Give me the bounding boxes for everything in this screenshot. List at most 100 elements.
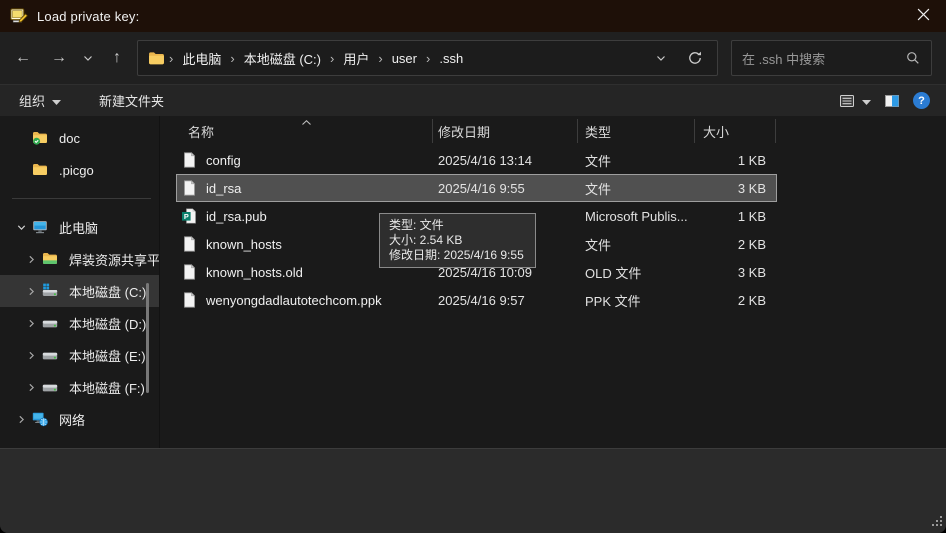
- network-icon: [32, 411, 50, 427]
- folder-check-icon: [32, 130, 50, 146]
- chevron-right-separator: ›: [328, 51, 336, 66]
- chevron-right-separator: ›: [376, 51, 384, 66]
- file-type-cell: OLD 文件: [578, 263, 695, 282]
- sidebar-item-doc[interactable]: doc: [0, 122, 159, 154]
- organize-label: 组织: [19, 91, 45, 110]
- column-header-date-modified[interactable]: 修改日期: [432, 119, 577, 143]
- back-arrow-icon: ←: [15, 49, 31, 67]
- preview-pane-icon: [884, 93, 900, 109]
- forward-button[interactable]: →: [44, 42, 74, 74]
- pc-icon: [32, 219, 50, 235]
- file-list: 名称修改日期类型大小 config2025/4/16 13:14文件1 KBid…: [160, 116, 946, 448]
- sidebar-item-label: 此电脑: [59, 218, 98, 237]
- tooltip-type: 类型: 文件: [389, 218, 526, 233]
- breadcrumb-item[interactable]: .ssh: [432, 51, 470, 66]
- sidebar-item-picgo[interactable]: .picgo: [0, 154, 159, 186]
- help-button[interactable]: ?: [913, 92, 930, 109]
- address-bar[interactable]: ›此电脑›本地磁盘 (C:)›用户›user›.ssh: [137, 40, 718, 76]
- file-type-cell: PPK 文件: [578, 291, 695, 310]
- folder-icon: [148, 51, 165, 66]
- chevron-right-icon[interactable]: [20, 350, 42, 361]
- caret-down-icon: [52, 93, 61, 108]
- sidebar-divider: [12, 198, 151, 199]
- title-bar: Load private key:: [0, 0, 946, 32]
- drive-icon: [42, 315, 60, 331]
- chevron-right-icon[interactable]: [20, 286, 42, 297]
- sidebar-item-disk-e[interactable]: 本地磁盘 (E:): [0, 339, 159, 371]
- file-name: known_hosts: [206, 237, 282, 252]
- sidebar-scrollbar[interactable]: [146, 283, 149, 393]
- file-icon: [182, 236, 197, 252]
- column-header-label: 名称: [188, 122, 214, 141]
- sidebar-item-network[interactable]: 网络: [0, 403, 159, 435]
- file-rows: config2025/4/16 13:14文件1 KBid_rsa2025/4/…: [160, 146, 946, 314]
- breadcrumb-item[interactable]: 本地磁盘 (C:): [237, 49, 328, 68]
- column-header-type[interactable]: 类型: [577, 119, 694, 143]
- sort-ascending-icon: [301, 116, 312, 129]
- folder-share-icon: [42, 251, 60, 267]
- close-button[interactable]: [900, 0, 946, 32]
- breadcrumb-item[interactable]: 此电脑: [175, 49, 228, 68]
- drive-icon: [42, 347, 60, 363]
- sidebar-item-disk-c[interactable]: 本地磁盘 (C:): [0, 275, 159, 307]
- caret-down-icon: [862, 93, 871, 108]
- sidebar-item-this-pc[interactable]: 此电脑: [0, 211, 159, 243]
- recent-locations-button[interactable]: [76, 42, 100, 74]
- breadcrumb-item[interactable]: user: [385, 51, 424, 66]
- sidebar-item-label: 本地磁盘 (C:): [69, 282, 146, 301]
- new-folder-button[interactable]: 新建文件夹: [99, 91, 164, 110]
- file-type-cell: 文件: [578, 235, 695, 254]
- main-area: doc.picgo 此电脑焊装资源共享平本地磁盘 (C:) 本地磁盘 (D:) 本地磁…: [0, 116, 946, 448]
- chevron-right-icon[interactable]: [20, 318, 42, 329]
- file-name-cell: wenyongdadlautotechcom.ppk: [177, 292, 433, 308]
- file-tooltip: 类型: 文件 大小: 2.54 KB 修改日期: 2025/4/16 9:55: [379, 213, 536, 268]
- breadcrumb-item[interactable]: 用户: [336, 49, 376, 68]
- sidebar-item-shared-folder[interactable]: 焊装资源共享平: [0, 243, 159, 275]
- file-row-id_rsa[interactable]: id_rsa2025/4/16 9:55文件3 KB: [176, 174, 777, 202]
- column-header-label: 大小: [703, 122, 729, 141]
- column-header-size[interactable]: 大小: [694, 119, 776, 143]
- search-placeholder: 在 .ssh 中搜索: [742, 49, 825, 68]
- up-button[interactable]: ↑: [102, 42, 132, 74]
- file-size-cell: 3 KB: [695, 265, 768, 280]
- file-type-cell: 文件: [578, 151, 695, 170]
- forward-arrow-icon: →: [51, 49, 67, 67]
- command-bar: 组织 新建文件夹: [0, 84, 946, 116]
- organize-button[interactable]: 组织: [19, 91, 61, 110]
- file-name-cell: config: [177, 152, 433, 168]
- sidebar-item-label: 网络: [59, 410, 85, 429]
- column-header-name[interactable]: 名称: [160, 119, 432, 143]
- preview-pane-button[interactable]: [884, 93, 900, 109]
- chevron-right-icon[interactable]: [20, 382, 42, 393]
- breadcrumb: ›此电脑›本地磁盘 (C:)›用户›user›.ssh: [167, 49, 470, 68]
- address-dropdown-icon[interactable]: [655, 52, 667, 64]
- back-button[interactable]: ←: [8, 42, 38, 74]
- file-icon: [182, 152, 197, 168]
- chevron-right-icon[interactable]: [20, 254, 42, 265]
- chevron-right-icon[interactable]: [10, 414, 32, 425]
- search-box[interactable]: 在 .ssh 中搜索: [731, 40, 932, 76]
- close-icon: [917, 8, 930, 24]
- sidebar-item-label: 本地磁盘 (D:): [69, 314, 146, 333]
- sidebar-item-disk-f[interactable]: 本地磁盘 (F:): [0, 371, 159, 403]
- search-icon: [905, 50, 921, 66]
- file-size-cell: 1 KB: [695, 209, 768, 224]
- navigation-bar: ← → ↑ ›此电脑›本地磁盘 (C:)›用户›user›.ssh: [0, 32, 946, 84]
- sidebar-item-label: 本地磁盘 (E:): [69, 346, 146, 365]
- column-header-label: 类型: [585, 122, 611, 141]
- file-size-cell: 2 KB: [695, 293, 768, 308]
- file-row-wenyongdadlautotechcom.ppk[interactable]: wenyongdadlautotechcom.ppk2025/4/16 9:57…: [176, 286, 777, 314]
- file-type-cell: 文件: [578, 179, 695, 198]
- help-icon: ?: [918, 95, 925, 107]
- file-name-cell: id_rsa: [177, 180, 433, 196]
- refresh-icon[interactable]: [687, 50, 703, 66]
- file-icon: [182, 180, 197, 196]
- sidebar-item-disk-d[interactable]: 本地磁盘 (D:): [0, 307, 159, 339]
- file-name: wenyongdadlautotechcom.ppk: [206, 293, 382, 308]
- view-mode-button[interactable]: [839, 93, 871, 109]
- tooltip-size: 大小: 2.54 KB: [389, 233, 526, 248]
- resize-grip[interactable]: [932, 515, 943, 530]
- file-row-config[interactable]: config2025/4/16 13:14文件1 KB: [176, 146, 777, 174]
- chevron-down-icon[interactable]: [10, 222, 32, 233]
- sidebar-item-label: 本地磁盘 (F:): [69, 378, 145, 397]
